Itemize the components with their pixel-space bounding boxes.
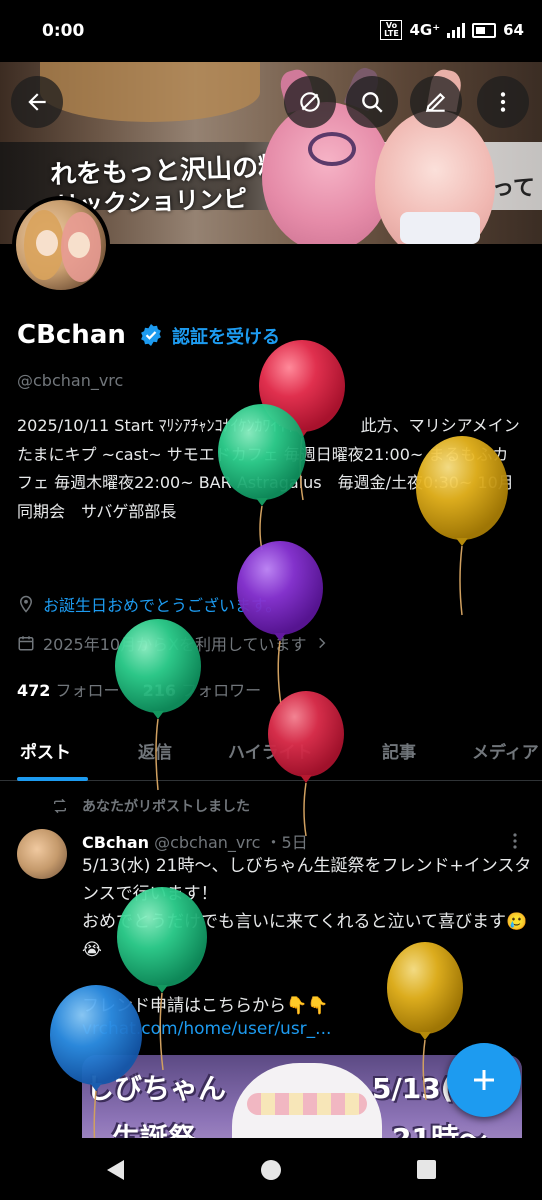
nav-recents-icon[interactable] <box>416 1159 437 1180</box>
balloon-red-2 <box>268 691 344 837</box>
nav-home-icon[interactable] <box>259 1158 283 1182</box>
balloon-purple-1 <box>237 541 323 706</box>
system-nav-bar <box>0 1138 542 1200</box>
balloon-gold-2 <box>387 942 463 1101</box>
balloons-overlay <box>50 340 508 1171</box>
balloon-gold-1 <box>416 436 508 616</box>
balloon-green-2 <box>115 619 201 791</box>
nav-back-icon[interactable] <box>104 1158 126 1182</box>
balloon-green-1 <box>218 404 306 551</box>
